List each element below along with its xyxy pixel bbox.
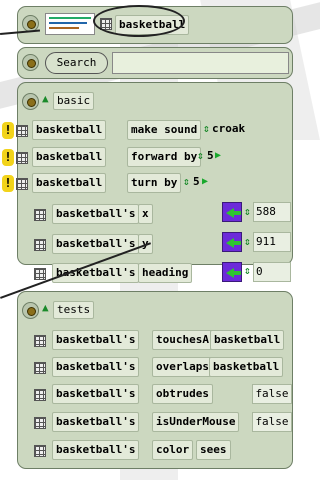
script-tile-icon[interactable] <box>34 239 46 251</box>
forward-arg[interactable]: 5 <box>207 149 214 162</box>
subject-tile[interactable]: basketball <box>32 173 107 193</box>
y-value[interactable]: 911 <box>253 232 291 252</box>
subject-tile[interactable]: basketball's <box>52 357 140 377</box>
arg-tile[interactable]: basketball <box>209 357 284 377</box>
callout-oval <box>93 5 185 37</box>
script-tile-icon[interactable] <box>34 445 46 457</box>
command-tile[interactable]: obtrudes <box>152 384 213 404</box>
category-arrow-icon[interactable]: ▲ <box>42 92 49 105</box>
command-tile[interactable]: forward by <box>127 147 202 167</box>
arg-increment-icon[interactable]: ▶ <box>202 176 208 187</box>
script-tile-icon[interactable] <box>34 268 46 280</box>
arg-increment-icon[interactable]: ▶ <box>215 150 221 161</box>
warning-icon[interactable]: ! <box>2 175 14 192</box>
variable-tile-x[interactable]: x <box>138 204 153 224</box>
subject-tile[interactable]: basketball <box>32 120 107 140</box>
thumbnail <box>45 13 95 35</box>
x-value[interactable]: 588 <box>253 202 291 222</box>
search-panel: Search <box>17 47 293 79</box>
subject-tile[interactable]: basketball's <box>52 384 140 404</box>
script-tile-icon[interactable] <box>34 417 46 429</box>
sound-arg[interactable]: croak <box>212 122 245 135</box>
category-menu-button[interactable] <box>22 93 39 110</box>
warning-icon[interactable]: ! <box>2 122 14 139</box>
script-tile-icon[interactable] <box>16 178 28 190</box>
search-button[interactable]: Search <box>45 52 108 74</box>
subject-tile[interactable]: basketball's <box>52 204 140 224</box>
command-tile[interactable]: color <box>152 440 194 460</box>
command-tile[interactable]: make sound <box>127 120 202 140</box>
subject-tile[interactable]: basketball's <box>52 330 140 350</box>
script-tile-icon[interactable] <box>34 389 46 401</box>
subject-tile[interactable]: basketball's <box>52 412 140 432</box>
search-menu-button[interactable] <box>22 54 39 71</box>
script-tile-icon[interactable] <box>34 362 46 374</box>
subject-tile[interactable]: basketball's <box>52 440 140 460</box>
search-input[interactable] <box>112 52 289 74</box>
subject-tile[interactable]: basketball <box>32 147 107 167</box>
arg-tile[interactable]: sees <box>196 440 231 460</box>
category-arrow-icon[interactable]: ▲ <box>42 301 49 314</box>
assign-arrow-icon[interactable] <box>222 232 242 252</box>
value-stepper-icon[interactable]: ⇕ <box>244 205 251 218</box>
warning-icon[interactable]: ! <box>2 149 14 166</box>
command-tile[interactable]: turn by <box>127 173 182 193</box>
value-stepper-icon[interactable]: ⇕ <box>244 235 251 248</box>
assign-arrow-icon[interactable] <box>222 202 242 222</box>
script-tile-icon[interactable] <box>16 125 28 137</box>
assign-arrow-icon[interactable] <box>222 262 242 282</box>
category-name[interactable]: tests <box>53 301 95 319</box>
heading-value[interactable]: 0 <box>253 262 291 282</box>
arg-stepper-icon[interactable]: ⇕ <box>183 175 190 188</box>
script-tile-icon[interactable] <box>34 209 46 221</box>
arg-tile[interactable]: basketball <box>210 330 285 350</box>
variable-tile-heading[interactable]: heading <box>138 263 193 283</box>
arg-stepper-icon[interactable]: ⇕ <box>197 149 204 162</box>
command-tile[interactable]: touchesA <box>152 330 213 350</box>
turn-arg[interactable]: 5 <box>193 175 200 188</box>
script-tile-icon[interactable] <box>16 152 28 164</box>
result-value: false <box>252 384 292 404</box>
category-menu-button[interactable] <box>22 302 39 319</box>
result-value: false <box>252 412 292 432</box>
category-name[interactable]: basic <box>53 92 95 110</box>
script-tile-icon[interactable] <box>34 335 46 347</box>
command-tile[interactable]: overlaps <box>152 357 213 377</box>
arg-stepper-icon[interactable]: ⇕ <box>203 122 210 135</box>
value-stepper-icon[interactable]: ⇕ <box>244 264 251 277</box>
command-tile[interactable]: isUnderMouse <box>152 412 240 432</box>
